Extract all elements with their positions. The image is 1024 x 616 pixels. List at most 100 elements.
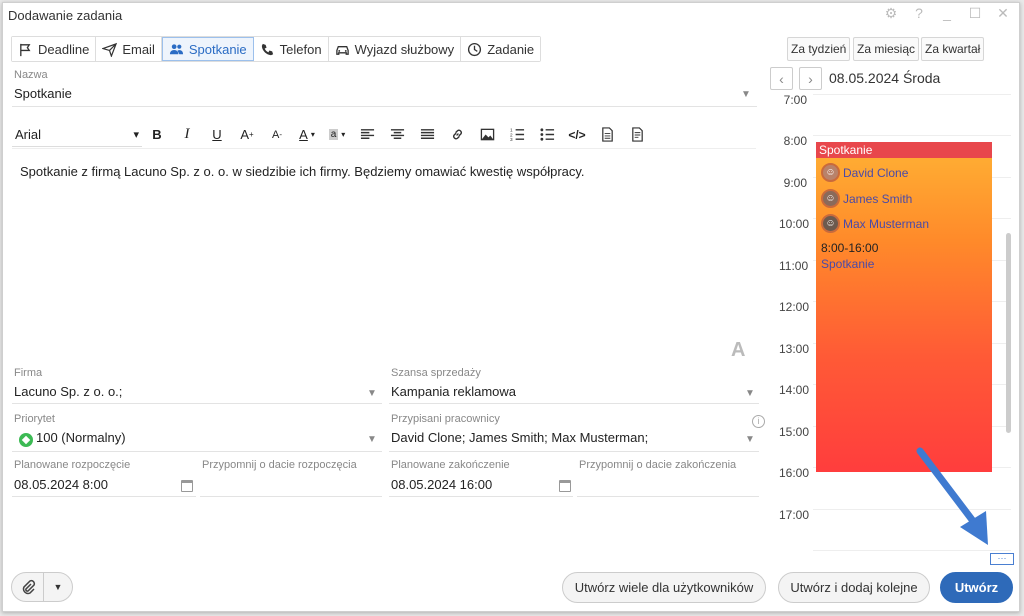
- event-attendee: ☺ James Smith: [821, 189, 912, 208]
- type-task-button[interactable]: Zadanie: [461, 37, 541, 61]
- hour-label: 10:00: [779, 217, 810, 231]
- range-month-button[interactable]: Za miesiąc: [853, 37, 920, 61]
- hour-label: 15:00: [779, 425, 810, 439]
- chevron-down-icon[interactable]: ▼: [745, 434, 755, 445]
- end-date-input[interactable]: 08.05.2024 16:00: [391, 477, 492, 492]
- document-lines-icon: [631, 127, 643, 142]
- chevron-down-icon[interactable]: ▼: [745, 388, 755, 399]
- settings-icon[interactable]: ⚙: [883, 5, 899, 22]
- hour-label: 17:00: [779, 508, 810, 522]
- task-dialog: Dodawanie zadania ⚙ ? _ ☐ ✕ Deadline Ema…: [2, 2, 1020, 612]
- bullet-list-button[interactable]: [532, 123, 562, 147]
- priorytet-label: Priorytet: [14, 413, 55, 425]
- align-center-icon: [390, 129, 404, 139]
- chevron-right-icon[interactable]: ›: [799, 67, 822, 90]
- chevron-down-icon[interactable]: ▼: [367, 388, 377, 399]
- create-button[interactable]: Utwórz: [940, 572, 1013, 603]
- align-left-icon: [360, 129, 374, 139]
- font-size-decrease-button[interactable]: A-: [262, 123, 292, 147]
- numbered-list-button[interactable]: 123: [502, 123, 532, 147]
- task-type-bar: Deadline Email Spotkanie Telefon Wyjazd …: [11, 36, 542, 62]
- type-label: Zadanie: [487, 41, 535, 57]
- avatar: ☺: [821, 163, 840, 182]
- create-many-button[interactable]: Utwórz wiele dla użytkowników: [562, 572, 766, 603]
- name-input[interactable]: Spotkanie: [14, 86, 72, 101]
- type-meeting-button[interactable]: Spotkanie: [161, 37, 254, 61]
- maximize-icon[interactable]: ☐: [967, 5, 983, 22]
- range-week-button[interactable]: Za tydzień: [787, 37, 851, 61]
- range-quarter-button[interactable]: Za kwartał: [921, 37, 985, 61]
- font-color-button[interactable]: A ▾: [292, 123, 322, 147]
- close-icon[interactable]: ✕: [995, 5, 1011, 22]
- chevron-left-icon[interactable]: ‹: [770, 67, 793, 90]
- divider: [389, 403, 759, 404]
- font-size-increase-button[interactable]: A +: [232, 123, 262, 147]
- info-icon[interactable]: i: [752, 415, 765, 428]
- calendar-icon[interactable]: [181, 480, 193, 492]
- window-controls: ⚙ ? _ ☐ ✕: [883, 5, 1011, 22]
- more-icon[interactable]: ···: [990, 553, 1014, 565]
- type-email-button[interactable]: Email: [96, 37, 162, 61]
- end-label: Planowane zakończenie: [391, 459, 510, 471]
- font-select[interactable]: Arial ▾: [12, 123, 142, 147]
- clock-icon: [468, 42, 482, 56]
- code-button[interactable]: </>: [562, 123, 592, 147]
- template-button[interactable]: [622, 123, 652, 147]
- minimize-icon[interactable]: _: [939, 5, 955, 22]
- divider: [12, 106, 757, 107]
- title-bar: Dodawanie zadania ⚙ ? _ ☐ ✕: [3, 3, 1019, 27]
- chevron-down-icon[interactable]: ▼: [741, 89, 751, 100]
- remind-start-label: Przypomnij o dacie rozpoczęcia: [202, 459, 357, 471]
- avatar: ☺: [821, 189, 840, 208]
- bold-button[interactable]: B: [142, 123, 172, 147]
- chevron-down-icon: ▾: [133, 128, 139, 141]
- start-label: Planowane rozpoczęcie: [14, 459, 131, 471]
- text-format-icon[interactable]: A: [731, 339, 745, 362]
- calendar-scrollbar[interactable]: [1006, 233, 1011, 433]
- align-center-button[interactable]: [382, 123, 412, 147]
- calendar-icon[interactable]: [559, 480, 571, 492]
- name-label: Nazwa: [14, 69, 48, 81]
- help-icon[interactable]: ?: [911, 5, 927, 22]
- underline-button[interactable]: U: [202, 123, 232, 147]
- description-editor[interactable]: Spotkanie z firmą Lacuno Sp. z o. o. w s…: [20, 164, 740, 179]
- calendar-event[interactable]: Spotkanie ☺ David Clone ☺ James Smith ☺ …: [816, 142, 992, 472]
- attachment-button[interactable]: ▼: [11, 572, 73, 602]
- highlight-button[interactable]: a ▾: [322, 123, 352, 147]
- document-button[interactable]: [592, 123, 622, 147]
- phone-icon: [261, 43, 273, 55]
- italic-button[interactable]: I: [172, 123, 202, 147]
- create-and-add-button[interactable]: Utwórz i dodaj kolejne: [778, 572, 930, 603]
- priority-icon: [19, 433, 33, 447]
- type-label: Email: [122, 41, 155, 57]
- type-phone-button[interactable]: Telefon: [253, 37, 329, 61]
- remind-end-label: Przypomnij o dacie zakończenia: [579, 459, 737, 471]
- link-button[interactable]: [442, 123, 472, 147]
- pracownicy-input[interactable]: David Clone; James Smith; Max Musterman;: [391, 430, 648, 445]
- align-left-button[interactable]: [352, 123, 382, 147]
- type-deadline-button[interactable]: Deadline: [12, 37, 97, 61]
- start-date-input[interactable]: 08.05.2024 8:00: [14, 477, 108, 492]
- firma-input[interactable]: Lacuno Sp. z o. o.;: [14, 384, 122, 399]
- chevron-down-icon[interactable]: ▼: [44, 582, 72, 592]
- avatar: ☺: [821, 214, 840, 233]
- event-title: Spotkanie: [816, 142, 992, 158]
- hour-label: 11:00: [779, 259, 809, 273]
- flag-icon: [20, 43, 31, 56]
- link-icon: [452, 129, 462, 140]
- divider: [12, 496, 196, 497]
- align-justify-button[interactable]: [412, 123, 442, 147]
- divider: [577, 496, 759, 497]
- priorytet-input[interactable]: 100 (Normalny): [36, 430, 126, 445]
- divider: [12, 403, 382, 404]
- divider: [12, 451, 382, 452]
- annotation-arrow: [916, 447, 988, 545]
- image-button[interactable]: [472, 123, 502, 147]
- szansa-input[interactable]: Kampania reklamowa: [391, 384, 516, 399]
- type-label: Telefon: [279, 41, 322, 57]
- type-label: Wyjazd służbowy: [354, 41, 455, 57]
- align-justify-icon: [420, 129, 434, 139]
- chevron-down-icon[interactable]: ▼: [367, 434, 377, 445]
- type-business-trip-button[interactable]: Wyjazd służbowy: [328, 37, 462, 61]
- paperclip-icon[interactable]: [12, 573, 44, 601]
